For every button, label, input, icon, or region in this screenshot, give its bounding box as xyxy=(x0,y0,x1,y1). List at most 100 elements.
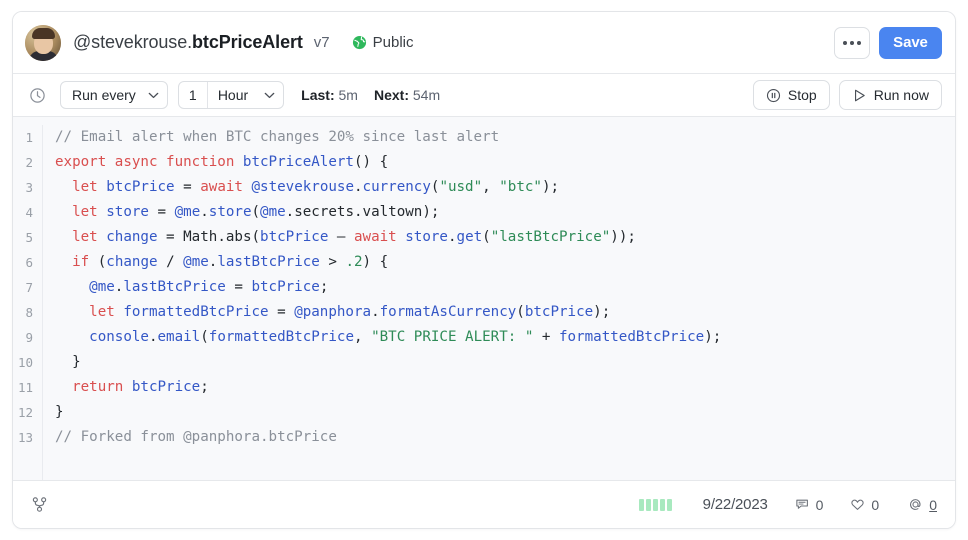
run-now-button[interactable]: Run now xyxy=(839,80,942,110)
heart-icon xyxy=(850,497,865,512)
code-token: () { xyxy=(354,154,388,170)
line-number: 7 xyxy=(13,275,33,300)
code-token: . xyxy=(149,329,158,345)
code-token: ); xyxy=(704,329,721,345)
line-number: 2 xyxy=(13,150,33,175)
mentions-count: 0 xyxy=(929,497,937,513)
code-token: @stevekrouse xyxy=(252,179,355,195)
line-number: 5 xyxy=(13,225,33,250)
code-line: let store = @me.store(@me.secrets.valtow… xyxy=(55,200,955,225)
code-token: .secrets.valtown); xyxy=(286,204,440,220)
code-token: lastBtcPrice xyxy=(123,279,226,295)
val-date: 9/22/2023 xyxy=(703,496,768,513)
avatar[interactable] xyxy=(25,25,61,61)
code-token: "lastBtcPrice" xyxy=(491,229,611,245)
code-token: / xyxy=(158,254,184,270)
code-line: let formattedBtcPrice = @panphora.format… xyxy=(55,300,955,325)
code-token: . xyxy=(448,229,457,245)
visibility-badge[interactable]: Public xyxy=(352,34,414,51)
code-token: ; xyxy=(320,279,329,295)
code-token: > xyxy=(320,254,346,270)
last-run-label: Last: xyxy=(301,87,334,103)
line-number: 6 xyxy=(13,250,33,275)
chevron-down-icon xyxy=(264,92,275,99)
code-token xyxy=(123,379,132,395)
code-token: } xyxy=(55,354,81,370)
next-run-info: Next: 54m xyxy=(374,87,440,103)
code-token: let xyxy=(72,204,98,220)
line-number: 11 xyxy=(13,375,33,400)
save-button[interactable]: Save xyxy=(879,27,942,59)
page-title[interactable]: @stevekrouse.btcPriceAlert xyxy=(73,32,303,53)
code-token: = xyxy=(149,204,175,220)
line-number: 13 xyxy=(13,425,33,450)
schedule-mode-select[interactable]: Run every xyxy=(60,81,168,109)
code-token xyxy=(55,304,89,320)
code-token: , xyxy=(482,179,499,195)
code-token: change xyxy=(106,229,157,245)
visibility-label: Public xyxy=(373,34,414,51)
code-token: btcPriceAlert xyxy=(243,154,354,170)
code-token: @me xyxy=(260,204,286,220)
code-token xyxy=(55,379,72,395)
mentions-stat[interactable]: 0 xyxy=(908,497,937,513)
activity-bar xyxy=(646,499,651,511)
val-version[interactable]: v7 xyxy=(314,34,330,51)
code-token: await xyxy=(200,179,243,195)
line-number: 12 xyxy=(13,400,33,425)
play-icon xyxy=(852,88,867,103)
more-options-button[interactable] xyxy=(834,27,870,59)
code-token xyxy=(397,229,406,245)
code-token: return xyxy=(72,379,123,395)
code-token: ) { xyxy=(363,254,389,270)
next-run-label: Next: xyxy=(374,87,409,103)
code-token: console xyxy=(89,329,149,345)
line-number: 4 xyxy=(13,200,33,225)
code-token: .2 xyxy=(345,254,362,270)
code-token: formattedBtcPrice xyxy=(123,304,268,320)
code-content[interactable]: // Email alert when BTC changes 20% sinc… xyxy=(43,125,955,480)
code-editor[interactable]: 12345678910111213 // Email alert when BT… xyxy=(13,117,955,480)
comments-stat[interactable]: 0 xyxy=(795,497,824,513)
fork-icon[interactable] xyxy=(31,496,48,513)
val-card: @stevekrouse.btcPriceAlert v7 Public xyxy=(12,11,956,529)
code-line: let change = Math.abs(btcPrice — await s… xyxy=(55,225,955,250)
code-token: btcPrice xyxy=(525,304,593,320)
stop-button[interactable]: Stop xyxy=(753,80,830,110)
interval-unit-select[interactable]: Hour xyxy=(207,82,283,108)
comments-count: 0 xyxy=(816,497,824,513)
code-token: ); xyxy=(593,304,610,320)
code-token: "usd" xyxy=(439,179,482,195)
code-token: @me xyxy=(183,254,209,270)
code-line: console.email(formattedBtcPrice, "BTC PR… xyxy=(55,325,955,350)
dot-icon xyxy=(843,41,847,45)
line-number-gutter: 12345678910111213 xyxy=(13,125,43,480)
app-root: @stevekrouse.btcPriceAlert v7 Public xyxy=(0,0,968,540)
activity-bar xyxy=(667,499,672,511)
code-token: ( xyxy=(251,229,260,245)
code-token: export async function xyxy=(55,154,234,170)
code-token: btcPrice xyxy=(106,179,174,195)
likes-stat[interactable]: 0 xyxy=(850,497,879,513)
code-token: currency xyxy=(363,179,431,195)
interval-value-input[interactable] xyxy=(179,82,207,108)
line-number: 8 xyxy=(13,300,33,325)
code-token: ( xyxy=(482,229,491,245)
code-token: @panphora xyxy=(294,304,371,320)
code-token: ; xyxy=(200,379,209,395)
code-token: btcPrice xyxy=(251,279,319,295)
val-header: @stevekrouse.btcPriceAlert v7 Public xyxy=(13,12,955,74)
code-token: formatAsCurrency xyxy=(380,304,517,320)
code-token: . xyxy=(354,179,363,195)
code-token xyxy=(55,204,72,220)
code-token: ( xyxy=(200,329,209,345)
code-token: btcPrice xyxy=(132,379,200,395)
line-number: 1 xyxy=(13,125,33,150)
code-line: @me.lastBtcPrice = btcPrice; xyxy=(55,275,955,300)
interval-group: Hour xyxy=(178,81,284,109)
code-token: ( xyxy=(516,304,525,320)
code-token: = xyxy=(175,179,201,195)
clock-icon xyxy=(29,87,46,104)
code-token: "BTC PRICE ALERT: " xyxy=(371,329,533,345)
code-token: . xyxy=(200,204,209,220)
